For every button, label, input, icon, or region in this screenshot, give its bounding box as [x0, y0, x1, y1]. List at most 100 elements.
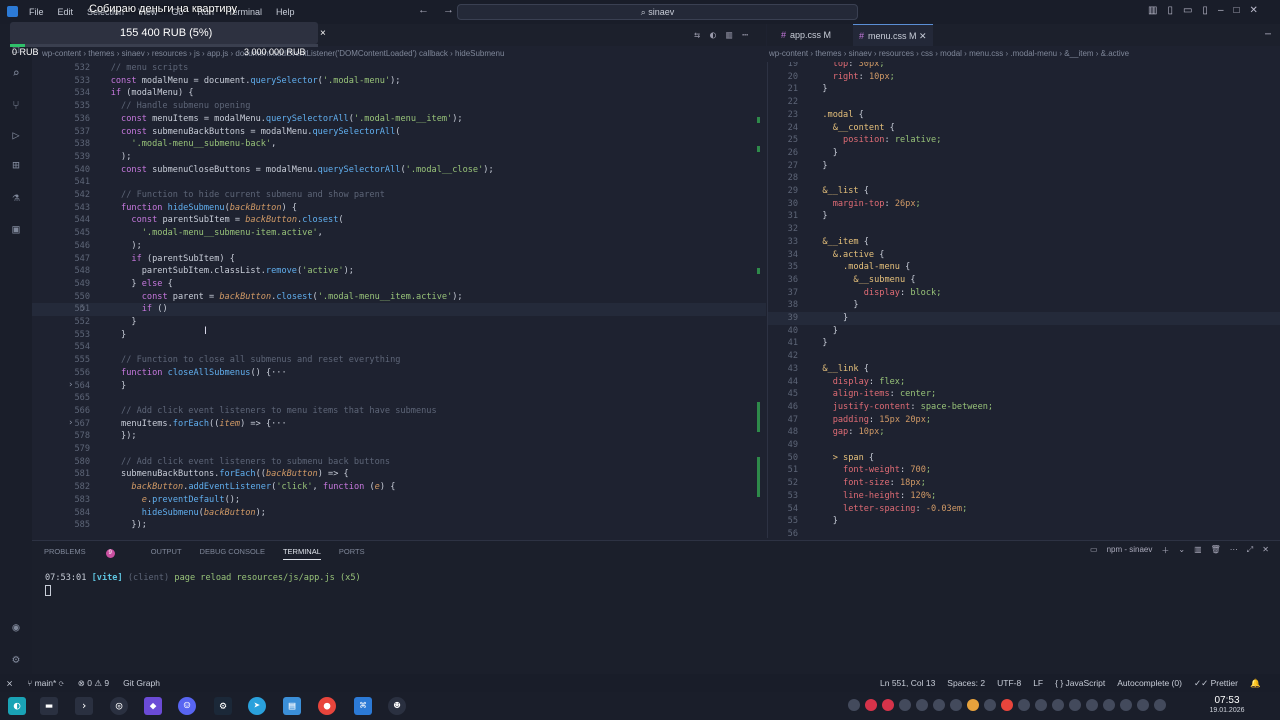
breadcrumb[interactable]: wp-content › themes › sinaev › resources… — [32, 46, 766, 62]
back-arrow-icon[interactable]: ← — [418, 4, 429, 16]
discord-icon[interactable]: ☺ — [178, 697, 196, 715]
tab-terminal[interactable]: TERMINAL — [282, 547, 321, 560]
tray-icon[interactable] — [848, 699, 860, 711]
code-line[interactable]: 538 '.modal-menu__submenu-back', — [32, 138, 766, 151]
editor-js[interactable]: 532 // menu scripts 533 const modalMenu =… — [32, 62, 766, 538]
code-line[interactable]: 581 submenuBackButtons.forEach((backButt… — [32, 468, 766, 481]
tray-icon[interactable] — [882, 699, 894, 711]
tray-icon[interactable] — [916, 699, 928, 711]
code-line[interactable]: 546 ); — [32, 240, 766, 253]
autocomplete-status[interactable]: Autocomplete (0) — [1117, 674, 1182, 692]
tray-icon[interactable] — [1018, 699, 1030, 711]
git-graph-button[interactable]: Git Graph — [123, 674, 160, 692]
remote-icon[interactable]: ⨯ — [6, 674, 13, 692]
menu-file[interactable]: File — [29, 7, 44, 17]
code-line[interactable]: 44 display: flex; — [768, 376, 1280, 389]
code-line[interactable]: 55 } — [768, 515, 1280, 528]
code-line[interactable]: 564 } — [32, 380, 766, 393]
tray-icon[interactable] — [933, 699, 945, 711]
tray-icon[interactable] — [984, 699, 996, 711]
code-line[interactable]: 47 padding: 15px 20px; — [768, 414, 1280, 427]
code-line[interactable]: 28 — [768, 172, 1280, 185]
code-line[interactable]: 34 &.active { — [768, 249, 1280, 262]
tab-ports[interactable]: PORTS — [339, 547, 365, 560]
file-manager-icon[interactable]: ▤ — [283, 697, 301, 715]
code-line[interactable]: 565 — [32, 392, 766, 405]
code-line[interactable]: 544 const parentSubItem = backButton.clo… — [32, 214, 766, 227]
new-terminal-icon[interactable]: ＋ — [1161, 545, 1169, 556]
telegram-icon[interactable]: ➤ — [248, 697, 266, 715]
more-icon[interactable]: ⋯ — [1230, 545, 1238, 556]
code-line[interactable]: 582 backButton.addEventListener('click',… — [32, 481, 766, 494]
code-line[interactable]: 537 const submenuBackButtons = modalMenu… — [32, 126, 766, 139]
code-line[interactable]: 583 e.preventDefault(); — [32, 494, 766, 507]
split-terminal-icon[interactable]: ▥ — [1194, 545, 1202, 556]
minimize-icon[interactable]: – — [1218, 5, 1224, 16]
code-line[interactable]: 29 &__list { — [768, 185, 1280, 198]
toggle-sidebar-icon[interactable]: ▯ — [1167, 5, 1173, 16]
code-line[interactable]: 545 '.modal-menu__submenu-item.active', — [32, 227, 766, 240]
code-line[interactable]: 550 const parent = backButton.closest('.… — [32, 291, 766, 304]
trash-icon[interactable]: 🗑 — [1211, 545, 1221, 556]
code-line[interactable]: 555 // Function to close all submenus an… — [32, 354, 766, 367]
code-line[interactable]: 26 } — [768, 147, 1280, 160]
code-line[interactable]: 566 // Add click event listeners to menu… — [32, 405, 766, 418]
tray-icon[interactable] — [899, 699, 911, 711]
problems-indicator[interactable]: ⊗ 0 ⚠ 9 — [78, 674, 109, 692]
tab-output[interactable]: OUTPUT — [151, 547, 182, 560]
indentation[interactable]: Spaces: 2 — [947, 674, 985, 692]
testing-icon[interactable]: ⚗ — [8, 190, 24, 206]
tab-menu-css[interactable]: # menu.css M ✕ — [853, 24, 933, 46]
steam-icon[interactable]: ⚙ — [214, 697, 232, 715]
code-line[interactable]: 548 parentSubItem.classList.remove('acti… — [32, 265, 766, 278]
code-line[interactable]: 535 // Handle submenu opening — [32, 100, 766, 113]
code-line[interactable]: 580 // Add click event listeners to subm… — [32, 456, 766, 469]
code-line[interactable]: 37 display: block; — [768, 287, 1280, 300]
code-line[interactable]: 24 &__content { — [768, 122, 1280, 135]
code-line[interactable]: 54 letter-spacing: -0.03em; — [768, 503, 1280, 516]
code-line[interactable]: 542 // Function to hide current submenu … — [32, 189, 766, 202]
donation-close-button[interactable]: × — [320, 28, 326, 39]
code-line[interactable]: 49 — [768, 439, 1280, 452]
code-line[interactable]: 552 } — [32, 316, 766, 329]
code-line[interactable]: 533 const modalMenu = document.querySele… — [32, 75, 766, 88]
end-of-line[interactable]: LF — [1033, 674, 1043, 692]
code-line[interactable]: 45 align-items: center; — [768, 388, 1280, 401]
tray-icon[interactable] — [1001, 699, 1013, 711]
tray-icon[interactable] — [1086, 699, 1098, 711]
code-line[interactable]: 551 if () — [32, 303, 766, 316]
code-line[interactable]: 584 hideSubmenu(backButton); — [32, 507, 766, 520]
code-line[interactable]: 536 const menuItems = modalMenu.querySel… — [32, 113, 766, 126]
remote-explorer-icon[interactable]: ▣ — [8, 222, 24, 238]
steam-like-icon[interactable]: ◎ — [110, 697, 128, 715]
code-line[interactable]: 543 function hideSubmenu(backButton) { — [32, 202, 766, 215]
code-line[interactable]: 541 — [32, 176, 766, 189]
code-line[interactable]: 48 gap: 10px; — [768, 426, 1280, 439]
code-line[interactable]: 46 justify-content: space-between; — [768, 401, 1280, 414]
tray-icon[interactable] — [1103, 699, 1115, 711]
code-line[interactable]: 32 — [768, 223, 1280, 236]
editor-css[interactable]: 19 top: 30px; 20 right: 10px; 21 } 22 23 .mo… — [767, 62, 1280, 538]
source-control-icon[interactable]: ⑂ — [8, 98, 24, 114]
code-line[interactable]: 534 if (modalMenu) { — [32, 87, 766, 100]
layout-icon[interactable]: ▥ — [1148, 5, 1157, 16]
window-switcher-icon[interactable]: ▬ — [40, 697, 58, 715]
vscode-icon[interactable]: ⌘ — [354, 697, 372, 715]
language-mode[interactable]: { } JavaScript — [1055, 674, 1105, 692]
code-line[interactable]: 553 } — [32, 329, 766, 342]
forward-arrow-icon[interactable]: → — [443, 4, 454, 16]
tab-debug-console[interactable]: DEBUG CONSOLE — [200, 547, 265, 560]
code-line[interactable]: 35 .modal-menu { — [768, 261, 1280, 274]
chrome-icon[interactable]: ● — [318, 697, 336, 715]
code-line[interactable]: 41 } — [768, 337, 1280, 350]
code-line[interactable]: 30 margin-top: 26px; — [768, 198, 1280, 211]
code-line[interactable]: 567 menuItems.forEach((item) => {··· — [32, 418, 766, 431]
code-line[interactable]: 554 — [32, 341, 766, 354]
code-line[interactable]: 33 &__item { — [768, 236, 1280, 249]
code-line[interactable]: 539 ); — [32, 151, 766, 164]
tray-icon[interactable] — [1154, 699, 1166, 711]
tray-icon[interactable] — [1052, 699, 1064, 711]
encoding[interactable]: UTF-8 — [997, 674, 1021, 692]
compare-icon[interactable]: ⇆ — [694, 30, 700, 41]
maximize-panel-icon[interactable]: ⤢ — [1247, 545, 1253, 556]
